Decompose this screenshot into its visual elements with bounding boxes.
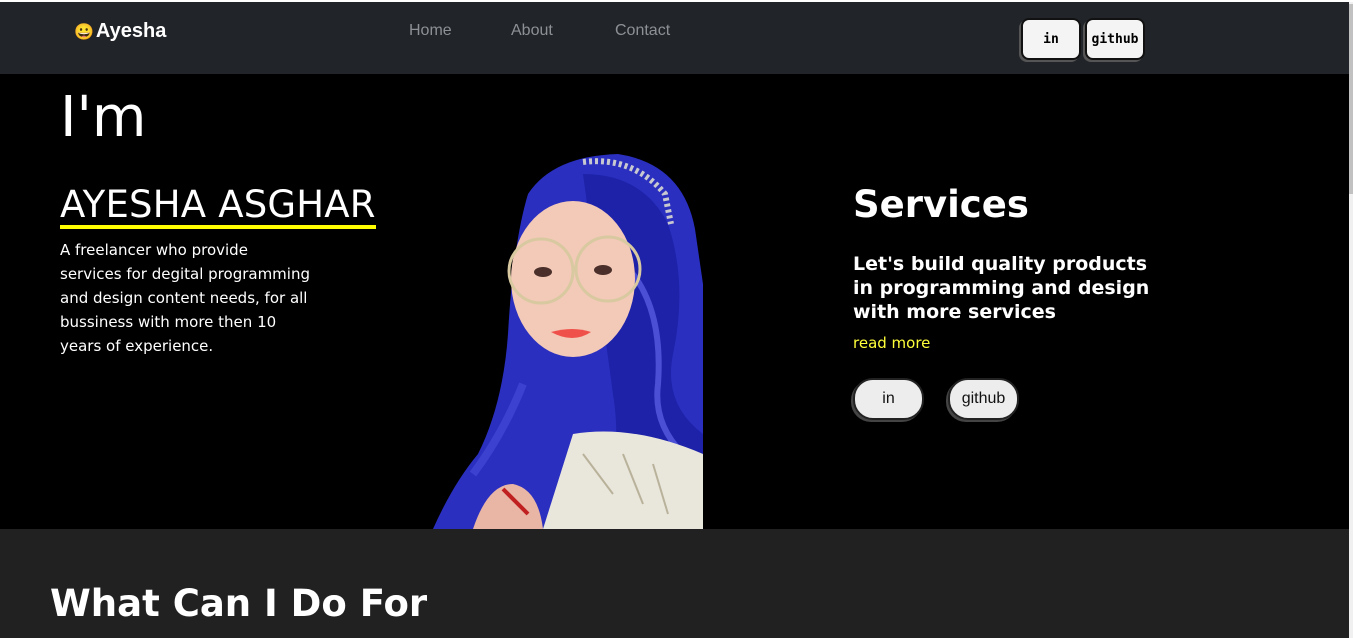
- brand-name: Ayesha: [95, 20, 167, 42]
- services-description: Let's build quality products in programm…: [853, 253, 1150, 323]
- hero-greeting: I'm: [60, 85, 147, 150]
- what-can-i-do-section: What Can I Do For: [0, 529, 1349, 638]
- services-github-button[interactable]: github: [948, 378, 1019, 420]
- hero-name: AYESHA ASGHAR: [60, 185, 376, 229]
- services-title: Services: [853, 183, 1029, 226]
- section-title: What Can I Do For: [50, 582, 428, 625]
- brand-logo[interactable]: 😀 Ayesha: [74, 20, 166, 43]
- smiley-icon: 😀: [74, 23, 94, 41]
- read-more-link[interactable]: read more: [853, 334, 930, 352]
- nav-link-about[interactable]: About: [511, 22, 553, 40]
- services-linkedin-button[interactable]: in: [853, 378, 924, 420]
- hero-section: I'm AYESHA ASGHAR A freelancer who provi…: [0, 74, 1349, 529]
- scrollbar-thumb[interactable]: [1349, 4, 1353, 194]
- github-button[interactable]: github: [1085, 18, 1145, 60]
- linkedin-button[interactable]: in: [1021, 18, 1081, 60]
- navbar: 😀 Ayesha Home About Contact in github: [0, 2, 1349, 74]
- nav-link-contact[interactable]: Contact: [615, 22, 670, 40]
- profile-photo: [433, 154, 703, 529]
- nav-link-home[interactable]: Home: [409, 22, 452, 40]
- hero-intro: A freelancer who provide services for de…: [60, 241, 310, 355]
